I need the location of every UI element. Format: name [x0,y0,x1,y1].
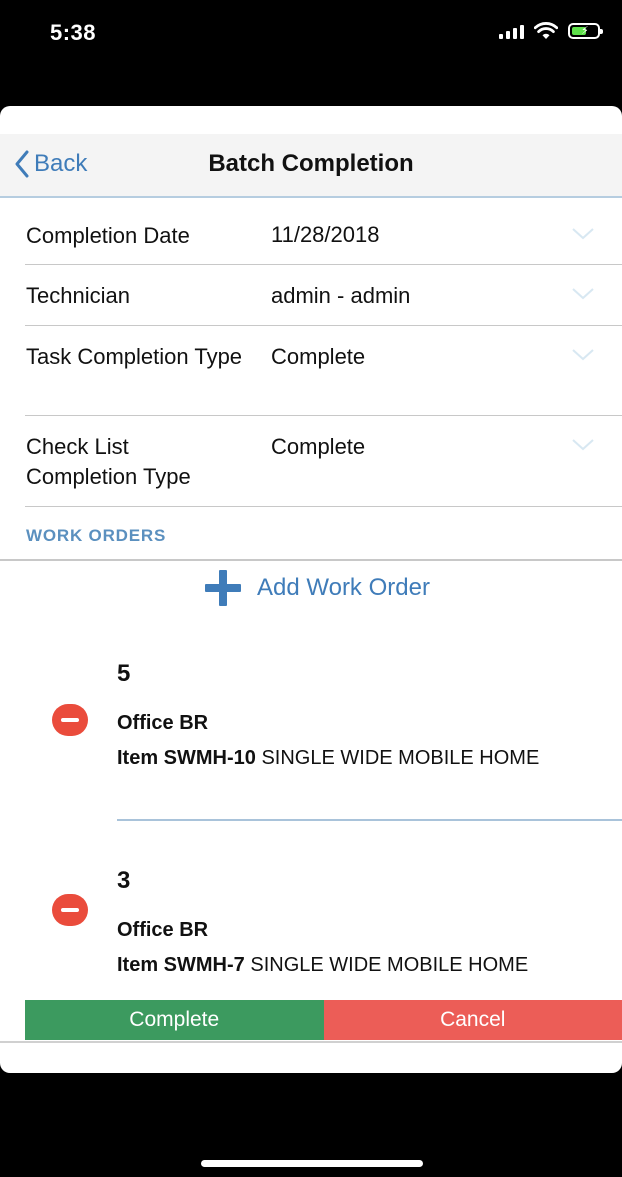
home-indicator[interactable] [201,1160,423,1167]
technician-field[interactable]: Technician admin - admin [25,265,622,326]
field-value: Complete [271,434,366,459]
work-orders-header: WORK ORDERS [26,526,167,545]
completion-form: Completion Date 11/28/2018 Technician ad… [0,204,622,507]
work-order-number: 3 [117,867,131,894]
chevron-down-icon [572,439,594,451]
field-label: Technician [26,283,130,308]
bottom-divider [0,1041,622,1043]
field-value: admin - admin [271,283,411,308]
plus-icon [205,570,241,606]
page-title: Batch Completion [208,150,414,177]
checklist-completion-type-field[interactable]: Check List Completion Type Complete [25,416,622,507]
work-order-item-text: Item SWMH-10 SINGLE WIDE MOBILE HOME [117,744,557,772]
remove-work-order-icon[interactable] [52,704,88,736]
chevron-down-icon [572,228,594,240]
field-label: Check List Completion Type [26,434,191,489]
cellular-signal-icon [499,23,524,39]
navigation-bar: Back Batch Completion [0,134,622,198]
battery-charging-icon: ⚡ [568,23,603,39]
item-code: Item SWMH-7 [117,954,245,976]
work-order-number: 5 [117,660,131,687]
work-order-item: 3 Office BR Item SWMH-7 SINGLE WIDE MOBI… [0,861,622,991]
work-order-item: 5 Office BR Item SWMH-10 SINGLE WIDE MOB… [0,654,622,824]
field-label: Completion Date [26,223,190,248]
status-bar: 5:38 ⚡ [0,0,622,66]
section-divider [0,559,622,561]
item-code: Item SWMH-10 [117,747,256,769]
status-time: 5:38 [50,20,97,45]
batch-completion-sheet: Back Batch Completion Completion Date 11… [0,106,622,1073]
item-description: SINGLE WIDE MOBILE HOME [244,954,529,976]
item-description: SINGLE WIDE MOBILE HOME [255,747,540,769]
status-icons: ⚡ [499,22,603,40]
work-order-office: Office BR [117,919,209,941]
add-work-order-label: Add Work Order [257,574,430,601]
chevron-down-icon [572,288,594,300]
action-bar: Complete Cancel [25,1000,622,1040]
field-value: 11/28/2018 [271,222,380,247]
field-label: Task Completion Type [26,344,243,369]
work-order-office: Office BR [117,712,209,734]
wifi-icon [534,22,558,39]
task-completion-type-field[interactable]: Task Completion Type Complete [25,326,622,416]
add-work-order-button[interactable]: Add Work Order [205,570,430,606]
chevron-down-icon [572,349,594,361]
complete-button[interactable]: Complete [25,1000,324,1040]
cancel-button[interactable]: Cancel [323,1000,622,1040]
item-separator [117,819,622,821]
work-order-item-text: Item SWMH-7 SINGLE WIDE MOBILE HOME [117,951,617,979]
completion-date-field[interactable]: Completion Date 11/28/2018 [25,204,622,265]
remove-work-order-icon[interactable] [52,894,88,926]
field-value: Complete [271,344,366,369]
